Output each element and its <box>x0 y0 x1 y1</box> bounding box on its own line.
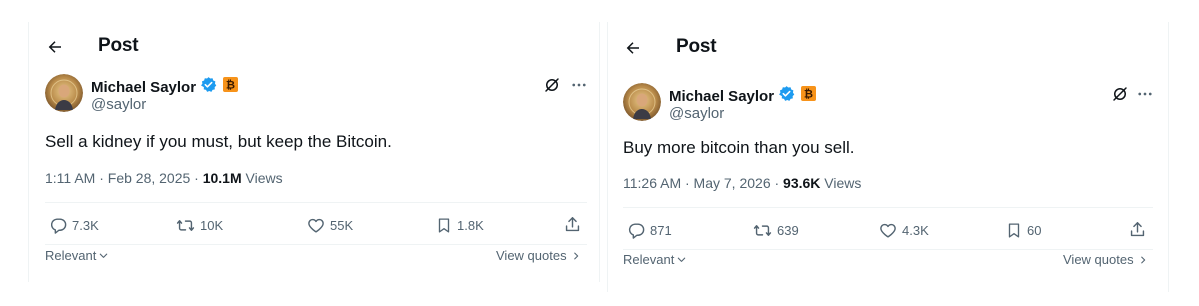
like-icon <box>880 223 896 238</box>
avatar[interactable] <box>623 83 661 121</box>
sort-label: Relevant <box>623 252 675 267</box>
reply-icon <box>628 223 645 239</box>
author-name[interactable]: Michael Saylor <box>669 88 774 105</box>
bookmark-icon <box>438 218 450 233</box>
author-handle[interactable]: @saylor <box>669 105 724 122</box>
reply-icon <box>50 218 67 234</box>
svg-text:₿: ₿ <box>226 80 235 92</box>
post-panel-2: Post Michael Saylor ₿ @saylor Buy more b… <box>607 22 1169 292</box>
like-count: 55K <box>330 218 354 233</box>
divider <box>623 207 1153 208</box>
sort-replies-dropdown[interactable]: Relevant <box>45 248 109 263</box>
author-handle[interactable]: @saylor <box>91 96 146 113</box>
bookmark-icon <box>1008 223 1020 238</box>
verified-badge-icon <box>200 76 217 98</box>
view-quotes-link[interactable]: View quotes <box>496 248 581 263</box>
reply-button[interactable]: 7.3K <box>49 216 99 235</box>
author-row: Michael Saylor ₿ <box>669 85 817 107</box>
reply-count: 7.3K <box>72 218 99 233</box>
back-arrow-icon[interactable] <box>44 36 66 58</box>
like-icon <box>308 218 324 233</box>
chevron-down-icon <box>100 253 108 258</box>
page-title: Post <box>98 35 139 56</box>
view-quotes-label: View quotes <box>1063 252 1134 267</box>
views-label: Views <box>241 170 283 186</box>
more-icon[interactable] <box>568 74 590 96</box>
views-count: 10.1M <box>202 170 242 186</box>
like-button[interactable]: 55K <box>306 216 353 235</box>
divider <box>45 244 587 245</box>
bookmark-count: 60 <box>1027 223 1042 238</box>
post-meta: 11:26 AM · May 7, 2026 · 93.6K Views <box>623 175 861 191</box>
repost-button[interactable]: 10K <box>175 216 223 235</box>
repost-button[interactable]: 639 <box>752 221 799 240</box>
views-label: Views <box>820 175 862 191</box>
share-button[interactable] <box>1128 220 1147 239</box>
chevron-right-icon <box>573 252 578 259</box>
svg-text:₿: ₿ <box>804 89 813 101</box>
views-count: 93.6K <box>783 175 821 191</box>
grok-icon[interactable] <box>1109 83 1131 105</box>
chevron-right-icon <box>1140 256 1145 263</box>
repost-icon <box>176 220 195 231</box>
post-time[interactable]: 1:11 AM · Feb 28, 2025 · <box>45 170 203 186</box>
bookmark-count: 1.8K <box>457 218 484 233</box>
view-quotes-link[interactable]: View quotes <box>1063 252 1148 267</box>
like-button[interactable]: 4.3K <box>878 221 929 240</box>
chevron-down-icon <box>678 257 686 262</box>
back-arrow-icon[interactable] <box>622 37 644 59</box>
divider <box>45 202 587 203</box>
grok-icon[interactable] <box>541 74 563 96</box>
verified-badge-icon <box>778 85 795 107</box>
repost-count: 10K <box>200 218 224 233</box>
author-row: Michael Saylor ₿ <box>91 76 239 98</box>
sort-label: Relevant <box>45 248 97 263</box>
reply-button[interactable]: 871 <box>627 221 672 240</box>
post-text: Buy more bitcoin than you sell. <box>623 138 855 157</box>
sort-replies-dropdown[interactable]: Relevant <box>623 252 687 267</box>
post-time[interactable]: 11:26 AM · May 7, 2026 · <box>623 175 783 191</box>
share-icon <box>1130 222 1145 237</box>
share-button[interactable] <box>563 215 582 234</box>
post-meta: 1:11 AM · Feb 28, 2025 · 10.1M Views <box>45 170 283 186</box>
bitcoin-badge-icon[interactable]: ₿ <box>801 86 817 106</box>
repost-icon <box>753 225 772 236</box>
share-icon <box>565 217 580 232</box>
bookmark-button[interactable]: 1.8K <box>435 216 484 235</box>
avatar[interactable] <box>45 74 83 112</box>
like-count: 4.3K <box>902 223 929 238</box>
repost-count: 639 <box>777 223 799 238</box>
post-panel-1: Post Michael Saylor ₿ @saylor Sell a kid… <box>28 22 600 282</box>
divider <box>623 249 1153 250</box>
more-icon[interactable] <box>1134 83 1156 105</box>
bookmark-button[interactable]: 60 <box>1005 221 1041 240</box>
bitcoin-badge-icon[interactable]: ₿ <box>223 77 239 97</box>
view-quotes-label: View quotes <box>496 248 567 263</box>
post-text: Sell a kidney if you must, but keep the … <box>45 132 392 151</box>
reply-count: 871 <box>650 223 672 238</box>
author-name[interactable]: Michael Saylor <box>91 79 196 96</box>
page-title: Post <box>676 36 717 57</box>
